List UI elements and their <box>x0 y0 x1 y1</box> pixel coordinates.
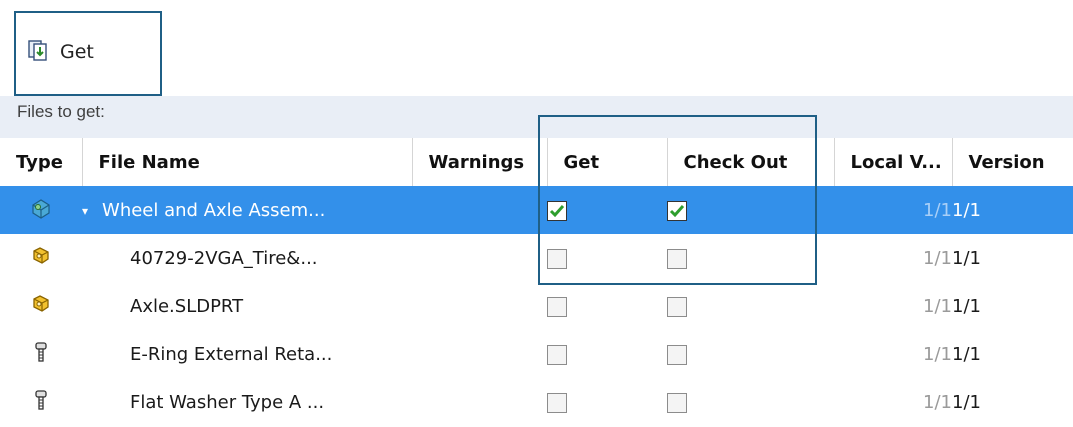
warnings-cell <box>412 330 547 378</box>
file-name-cell[interactable]: E-Ring External Reta... <box>82 330 412 378</box>
collapse-chevron-icon[interactable]: ▾ <box>82 204 88 218</box>
file-name-text: Flat Washer Type A ... <box>130 391 325 413</box>
type-cell <box>0 282 82 330</box>
local-version-cell: 1/1 <box>923 343 952 365</box>
part-icon <box>30 246 52 272</box>
check-out-checkbox[interactable] <box>667 392 687 413</box>
local-version-cell: 1/1 <box>923 391 952 413</box>
table-row[interactable]: ▾ Wheel and Axle Assem... 1/1 1/1 <box>0 186 1073 234</box>
file-name-cell[interactable]: Axle.SLDPRT <box>82 282 412 330</box>
get-cell <box>547 282 667 330</box>
table-row[interactable]: Flat Washer Type A ... 1/1 1/1 <box>0 378 1073 426</box>
files-to-get-bar: Files to get: <box>0 96 1073 138</box>
files-table: Type File Name Warnings Get Check Out Lo… <box>0 138 1073 426</box>
version-cell: 1/1 <box>952 343 981 365</box>
check-out-cell <box>667 330 834 378</box>
type-cell <box>0 330 82 378</box>
get-cell <box>547 378 667 426</box>
file-name-cell[interactable]: 40729-2VGA_Tire&... <box>82 234 412 282</box>
file-name-text: Axle.SLDPRT <box>130 295 244 317</box>
local-version-cell: 1/1 <box>923 295 952 317</box>
type-cell <box>0 234 82 282</box>
column-header-type[interactable]: Type <box>0 138 83 186</box>
warnings-cell <box>412 378 547 426</box>
get-files-icon <box>28 39 50 65</box>
part-icon <box>30 294 52 320</box>
version-cell: 1/1 <box>952 295 981 317</box>
type-cell <box>0 378 82 426</box>
column-header-version[interactable]: Version <box>952 138 1073 186</box>
local-version-cell: 1/1 <box>834 186 952 234</box>
table-row[interactable]: 40729-2VGA_Tire&... 1/1 1/1 <box>0 234 1073 282</box>
column-header-file-name[interactable]: File Name <box>82 138 413 186</box>
file-name-text: 40729-2VGA_Tire&... <box>130 247 318 269</box>
get-checkbox[interactable] <box>547 296 567 317</box>
file-name-cell[interactable]: Flat Washer Type A ... <box>82 378 412 426</box>
get-button[interactable]: Get <box>28 37 94 67</box>
type-cell <box>0 186 82 234</box>
file-name-text: Wheel and Axle Assem... <box>102 199 326 221</box>
table-row[interactable]: E-Ring External Reta... 1/1 1/1 <box>0 330 1073 378</box>
local-version-cell: 1/1 <box>923 247 952 269</box>
toolbox-part-icon <box>30 389 52 416</box>
get-button-label: Get <box>60 41 94 63</box>
column-header-local-version[interactable]: Local V... <box>834 138 953 186</box>
check-out-cell <box>667 378 834 426</box>
get-checkbox[interactable] <box>547 344 567 365</box>
version-cell: 1/1 <box>952 247 981 269</box>
get-cell <box>547 330 667 378</box>
table-row[interactable]: Axle.SLDPRT 1/1 1/1 <box>0 282 1073 330</box>
check-out-checkbox[interactable] <box>667 344 687 365</box>
toolbox-part-icon <box>30 341 52 368</box>
check-out-checkbox[interactable] <box>667 296 687 317</box>
check-out-cell <box>667 282 834 330</box>
warnings-cell <box>412 282 547 330</box>
column-header-warnings[interactable]: Warnings <box>412 138 548 186</box>
assembly-icon <box>30 198 52 224</box>
warnings-cell <box>412 186 547 234</box>
table-header-row: Type File Name Warnings Get Check Out Lo… <box>0 138 1073 186</box>
file-name-text: E-Ring External Reta... <box>130 343 333 365</box>
files-to-get-label: Files to get: <box>17 102 105 121</box>
warnings-cell <box>412 234 547 282</box>
version-cell: 1/1 <box>952 186 1073 234</box>
version-cell: 1/1 <box>952 391 981 413</box>
get-checkout-highlight-box <box>538 115 817 285</box>
get-checkbox[interactable] <box>547 392 567 413</box>
file-name-cell[interactable]: ▾ Wheel and Axle Assem... <box>82 186 412 234</box>
